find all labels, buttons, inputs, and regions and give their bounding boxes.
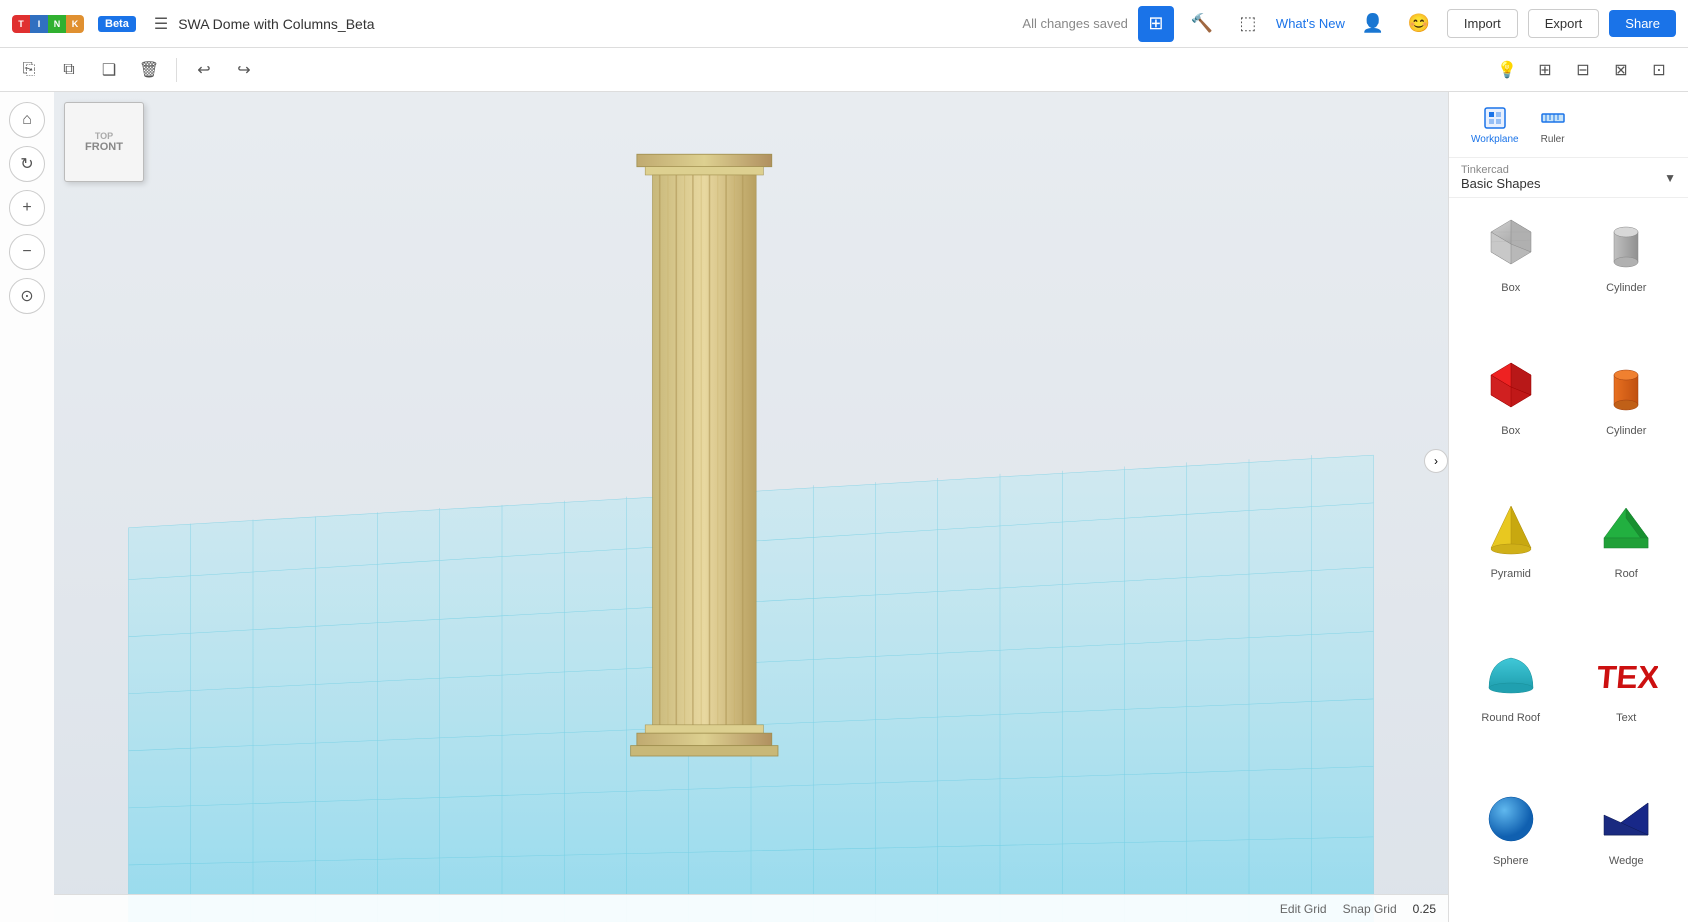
- shape-item-sphere[interactable]: Sphere: [1453, 775, 1569, 918]
- left-panel: ⌂ ↻ + − ⊙: [0, 92, 54, 922]
- scene-svg: [54, 92, 1448, 922]
- column-group: [631, 154, 778, 756]
- logo-k: K: [66, 15, 84, 33]
- snap-grid-label: Snap Grid: [1343, 902, 1397, 916]
- text-red-icon: TEXT: [1594, 642, 1658, 706]
- sphere-blue-icon: [1479, 785, 1543, 849]
- text-label: Text: [1616, 712, 1636, 724]
- logo-n: N: [48, 15, 66, 33]
- light-button[interactable]: 💡: [1490, 53, 1524, 87]
- rotate-button[interactable]: ↻: [9, 146, 45, 182]
- panel-top-tools: Workplane Ruler: [1449, 92, 1688, 158]
- hammer-button[interactable]: 🔨: [1184, 6, 1220, 42]
- whats-new-link[interactable]: What's New: [1276, 16, 1345, 31]
- topbar: T I N K Beta ☰ SWA Dome with Columns_Bet…: [0, 0, 1688, 48]
- wedge-label: Wedge: [1609, 855, 1644, 867]
- beta-badge: Beta: [98, 16, 136, 32]
- right-panel: Workplane Ruler Tinkercad Basic Shapes ▼: [1448, 92, 1688, 922]
- shape-item-wedge[interactable]: Wedge: [1569, 775, 1685, 918]
- saved-status: All changes saved: [1022, 16, 1128, 31]
- cylinder-orange-icon: [1594, 355, 1658, 419]
- shape-item-pyramid[interactable]: Pyramid: [1453, 488, 1569, 631]
- box-gray-icon: [1479, 212, 1543, 276]
- panel-collapse-button[interactable]: ›: [1424, 449, 1448, 473]
- undo-button[interactable]: ↩: [187, 53, 221, 87]
- toolbar: ⎘ ⧉ ❑ 🗑 ↩ ↪ 💡 ⊞ ⊟ ⊠ ⊡: [0, 48, 1688, 92]
- round-roof-teal-icon: [1479, 642, 1543, 706]
- copy-button[interactable]: ⧉: [52, 53, 86, 87]
- shape-item-cylinder-gray[interactable]: Cylinder: [1569, 202, 1685, 345]
- home-button[interactable]: ⌂: [9, 102, 45, 138]
- shapes-grid: Box: [1449, 198, 1688, 922]
- right-tools: 💡 ⊞ ⊟ ⊠ ⊡: [1490, 53, 1676, 87]
- box-red-label: Box: [1501, 425, 1520, 437]
- bottom-bar: Edit Grid Snap Grid 0.25: [54, 894, 1448, 922]
- tinkercad-label: Tinkercad: [1461, 164, 1658, 176]
- roof-label: Roof: [1615, 568, 1638, 580]
- cylinder-orange-label: Cylinder: [1606, 425, 1646, 437]
- logo: T I N K: [12, 15, 84, 33]
- export-button[interactable]: Export: [1528, 9, 1600, 38]
- toolbar-separator: [176, 58, 177, 82]
- zoom-in-button[interactable]: +: [9, 190, 45, 226]
- group-button[interactable]: ⊞: [1528, 53, 1562, 87]
- workplane-label: Workplane: [1471, 134, 1519, 145]
- view-cube[interactable]: TOP FRONT: [64, 102, 144, 182]
- main-area: ⌂ ↻ + − ⊙ TOP FRONT: [0, 92, 1688, 922]
- delete-button[interactable]: 🗑: [132, 53, 166, 87]
- svg-text:TEXT: TEXT: [1596, 659, 1659, 695]
- category-dropdown-icon[interactable]: ▼: [1664, 171, 1676, 185]
- shape-item-roof[interactable]: Roof: [1569, 488, 1685, 631]
- ruler-label: Ruler: [1541, 134, 1565, 145]
- user-add-button[interactable]: 👤: [1355, 6, 1391, 42]
- shape-item-text[interactable]: TEXT Text: [1569, 632, 1685, 775]
- logo-i: I: [30, 15, 48, 33]
- shape-category-selector: Tinkercad Basic Shapes ▼: [1449, 158, 1688, 198]
- shape-item-box-gray[interactable]: Box: [1453, 202, 1569, 345]
- workplane-button[interactable]: Workplane: [1461, 100, 1529, 149]
- cad-button[interactable]: ⬚: [1230, 6, 1266, 42]
- snap-grid-value[interactable]: 0.25: [1413, 902, 1436, 916]
- flip-button[interactable]: ⊡: [1642, 53, 1676, 87]
- align-button[interactable]: ⊠: [1604, 53, 1638, 87]
- document-icon: ☰: [154, 14, 168, 34]
- import-button[interactable]: Import: [1447, 9, 1518, 38]
- logo-t: T: [12, 15, 30, 33]
- grid-view-button[interactable]: ⊞: [1138, 6, 1174, 42]
- avatar-button[interactable]: 😊: [1401, 6, 1437, 42]
- ungroup-button[interactable]: ⊟: [1566, 53, 1600, 87]
- sphere-label: Sphere: [1493, 855, 1528, 867]
- redo-button[interactable]: ↪: [227, 53, 261, 87]
- paste-button[interactable]: ⎘: [12, 53, 46, 87]
- duplicate-button[interactable]: ❑: [92, 53, 126, 87]
- cube-label: FRONT: [85, 141, 123, 153]
- cylinder-gray-label: Cylinder: [1606, 282, 1646, 294]
- shape-item-round-roof[interactable]: Round Roof: [1453, 632, 1569, 775]
- share-button[interactable]: Share: [1609, 10, 1676, 37]
- cylinder-gray-icon: [1594, 212, 1658, 276]
- shape-item-box-red[interactable]: Box: [1453, 345, 1569, 488]
- pyramid-yellow-icon: [1479, 498, 1543, 562]
- viewport[interactable]: TOP FRONT: [54, 92, 1448, 922]
- cube-face-front: TOP FRONT: [64, 102, 144, 182]
- wedge-blue-icon: [1594, 785, 1658, 849]
- fit-button[interactable]: ⊙: [9, 278, 45, 314]
- category-value[interactable]: Basic Shapes: [1461, 176, 1658, 191]
- shape-item-cylinder-orange[interactable]: Cylinder: [1569, 345, 1685, 488]
- ruler-button[interactable]: Ruler: [1529, 100, 1577, 149]
- round-roof-label: Round Roof: [1481, 712, 1540, 724]
- edit-grid-label[interactable]: Edit Grid: [1280, 902, 1327, 916]
- document-title[interactable]: SWA Dome with Columns_Beta: [178, 16, 374, 32]
- pyramid-label: Pyramid: [1491, 568, 1531, 580]
- box-gray-label: Box: [1501, 282, 1520, 294]
- box-red-icon: [1479, 355, 1543, 419]
- zoom-out-button[interactable]: −: [9, 234, 45, 270]
- roof-green-icon: [1594, 498, 1658, 562]
